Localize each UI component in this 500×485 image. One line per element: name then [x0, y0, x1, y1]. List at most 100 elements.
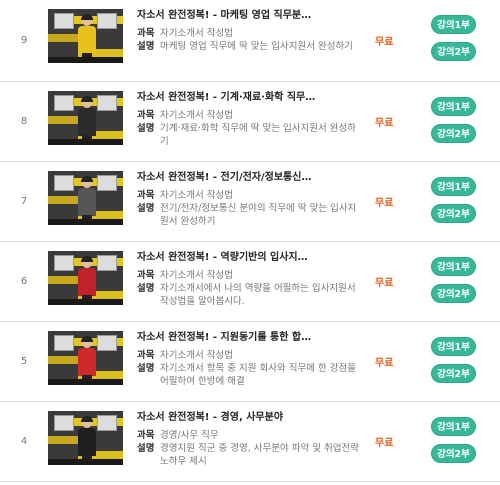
- presenter-figure: [78, 256, 96, 305]
- lecture-thumbnail[interactable]: [48, 91, 123, 145]
- price-label: 무료: [375, 198, 394, 209]
- lecture-part2-button[interactable]: 강의2부: [431, 124, 476, 143]
- presenter-outfit: [78, 26, 96, 54]
- lecture-part2-button[interactable]: 강의2부: [431, 204, 476, 223]
- lecture-part1-button[interactable]: 강의1부: [431, 15, 476, 34]
- lecture-thumbnail[interactable]: [48, 171, 123, 225]
- thumbnail-floor: [48, 57, 123, 63]
- thumbnail-screen: [54, 95, 74, 111]
- lecture-number: 7: [20, 196, 28, 207]
- description-label: 설명: [137, 203, 155, 214]
- lecture-subject: 과목 자기소개서 작성법: [137, 349, 362, 362]
- thumbnail-screen: [97, 415, 117, 431]
- lecture-description: 설명 전기/전자/정보통신 분야의 직무에 딱 맞는 입사지원서 완성하기: [137, 202, 362, 228]
- lecture-thumbnail[interactable]: [48, 331, 123, 385]
- lecture-part1-button[interactable]: 강의1부: [431, 177, 476, 196]
- lecture-row: 4 자소서 완전정복! - 경영, 사무분야 과목 경영/사무 직무 설명 경영…: [0, 402, 500, 482]
- lecture-info: 자소서 완전정복! - 전기/전자/정보통신… 과목 자기소개서 작성법 설명 …: [137, 171, 362, 228]
- lecture-subject: 과목 자기소개서 작성법: [137, 269, 362, 282]
- lecture-buttons: 강의1부 강의2부: [431, 177, 476, 231]
- lecture-number: 8: [20, 116, 28, 127]
- thumbnail-floor: [48, 459, 123, 465]
- lecture-info: 자소서 완전정복! - 역량기반의 입사지… 과목 자기소개서 작성법 설명 자…: [137, 251, 362, 308]
- description-value: 자기소개서에서 나의 역량을 어필하는 입사지원서 작성법을 알아봅시다.: [160, 283, 356, 307]
- lecture-buttons: 강의1부 강의2부: [431, 15, 476, 69]
- description-label: 설명: [137, 41, 155, 52]
- thumbnail-screen: [54, 255, 74, 271]
- lecture-part1-button[interactable]: 강의1부: [431, 417, 476, 436]
- subject-label: 과목: [137, 350, 155, 361]
- description-value: 전기/전자/정보통신 분야의 직무에 딱 맞는 입사지원서 완성하기: [160, 203, 357, 227]
- presenter-hair: [81, 256, 93, 262]
- thumbnail-screen: [97, 175, 117, 191]
- description-value: 기계·재료·화학 직무에 딱 맞는 입사지원서 완성하기: [160, 123, 356, 147]
- thumbnail-floor: [48, 139, 123, 145]
- description-label: 설명: [137, 123, 155, 134]
- price-label: 무료: [375, 438, 394, 449]
- lecture-description: 설명 자기소개서 항목 중 지원 회사와 직무에 한 강점을 어필하여 한방에 …: [137, 362, 362, 388]
- price-label: 무료: [375, 118, 394, 129]
- lecture-list: 9 자소서 완전정복! - 마케팅 영업 직무분… 과목 자기소개서 작성법 설…: [0, 0, 500, 482]
- subject-value: 자기소개서 작성법: [160, 190, 233, 201]
- subject-value: 자기소개서 작성법: [160, 350, 233, 361]
- lecture-number: 4: [20, 436, 28, 447]
- thumbnail-screen: [97, 255, 117, 271]
- lecture-info: 자소서 완전정복! - 경영, 사무분야 과목 경영/사무 직무 설명 경영지원…: [137, 411, 362, 468]
- description-label: 설명: [137, 283, 155, 294]
- lecture-description: 설명 경영지원 직군 중 경영, 사무분야 파악 및 취업전략 노하우 제시: [137, 442, 362, 468]
- presenter-figure: [78, 176, 96, 225]
- lecture-part1-button[interactable]: 강의1부: [431, 97, 476, 116]
- lecture-title[interactable]: 자소서 완전정복! - 전기/전자/정보통신…: [137, 171, 362, 184]
- lecture-row: 5 자소서 완전정복! - 지원동기를 통한 합… 과목 자기소개서 작성법 설…: [0, 322, 500, 402]
- presenter-figure: [78, 96, 96, 145]
- lecture-thumbnail[interactable]: [48, 411, 123, 465]
- lecture-buttons: 강의1부 강의2부: [431, 337, 476, 391]
- subject-label: 과목: [137, 270, 155, 281]
- lecture-part2-button[interactable]: 강의2부: [431, 42, 476, 61]
- lecture-part2-button[interactable]: 강의2부: [431, 284, 476, 303]
- lecture-row: 6 자소서 완전정복! - 역량기반의 입사지… 과목 자기소개서 작성법 설명: [0, 242, 500, 322]
- lecture-title[interactable]: 자소서 완전정복! - 지원동기를 통한 합…: [137, 331, 362, 344]
- price-label: 무료: [375, 358, 394, 369]
- lecture-buttons: 강의1부 강의2부: [431, 417, 476, 471]
- presenter-outfit: [78, 188, 96, 216]
- presenter-figure: [78, 336, 96, 385]
- lecture-thumbnail[interactable]: [48, 251, 123, 305]
- lecture-info: 자소서 완전정복! - 기계·재료·화학 직무… 과목 자기소개서 작성법 설명…: [137, 91, 362, 148]
- subject-value: 경영/사무 직무: [160, 430, 219, 441]
- subject-label: 과목: [137, 28, 155, 39]
- lecture-number: 5: [20, 356, 28, 367]
- presenter-hair: [81, 176, 93, 182]
- description-label: 설명: [137, 443, 155, 454]
- price-label: 무료: [375, 278, 394, 289]
- presenter-hair: [81, 416, 93, 422]
- lecture-part1-button[interactable]: 강의1부: [431, 257, 476, 276]
- lecture-number: 6: [20, 276, 28, 287]
- lecture-title[interactable]: 자소서 완전정복! - 기계·재료·화학 직무…: [137, 91, 362, 104]
- presenter-outfit: [78, 428, 96, 456]
- description-value: 자기소개서 항목 중 지원 회사와 직무에 한 강점을 어필하여 한방에 해결: [160, 363, 356, 387]
- thumbnail-screen: [54, 13, 74, 29]
- thumbnail-floor: [48, 219, 123, 225]
- presenter-figure: [78, 14, 96, 63]
- lecture-part2-button[interactable]: 강의2부: [431, 364, 476, 383]
- price-label: 무료: [375, 37, 394, 48]
- lecture-part1-button[interactable]: 강의1부: [431, 337, 476, 356]
- lecture-number: 9: [20, 35, 28, 46]
- subject-value: 자기소개서 작성법: [160, 110, 233, 121]
- lecture-subject: 과목 자기소개서 작성법: [137, 27, 362, 40]
- thumbnail-screen: [97, 335, 117, 351]
- lecture-thumbnail[interactable]: [48, 9, 123, 63]
- thumbnail-screen: [97, 13, 117, 29]
- lecture-row: 8 자소서 완전정복! - 기계·재료·화학 직무… 과목 자기소개서 작성법 …: [0, 82, 500, 162]
- lecture-title[interactable]: 자소서 완전정복! - 역량기반의 입사지…: [137, 251, 362, 264]
- presenter-hair: [81, 96, 93, 102]
- subject-value: 자기소개서 작성법: [160, 270, 233, 281]
- lecture-part2-button[interactable]: 강의2부: [431, 444, 476, 463]
- lecture-title[interactable]: 자소서 완전정복! - 마케팅 영업 직무분…: [137, 9, 362, 22]
- presenter-hair: [81, 336, 93, 342]
- lecture-row: 9 자소서 완전정복! - 마케팅 영업 직무분… 과목 자기소개서 작성법 설…: [0, 0, 500, 82]
- lecture-title[interactable]: 자소서 완전정복! - 경영, 사무분야: [137, 411, 362, 424]
- lecture-info: 자소서 완전정복! - 마케팅 영업 직무분… 과목 자기소개서 작성법 설명 …: [137, 9, 362, 53]
- subject-label: 과목: [137, 430, 155, 441]
